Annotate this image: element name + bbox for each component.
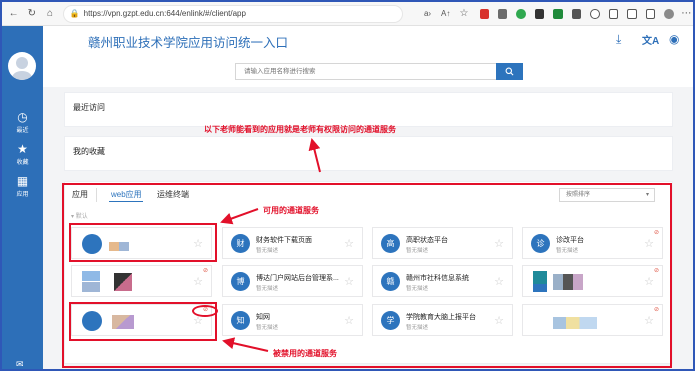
annotation-disabled-text: 被禁用的通道服务 — [273, 349, 337, 358]
screenshot-frame: ← ↻ ⌂ 🔒 https://vpn.gzpt.edu.cn:644/enli… — [0, 0, 695, 371]
annotation-top-text: 以下老师能看到的应用就是老师有权限访问的通道服务 — [204, 125, 396, 134]
arrow-disabled — [222, 337, 269, 352]
arrow-usable — [220, 208, 259, 225]
arrow-top — [308, 138, 321, 173]
annotation-arrows — [220, 138, 321, 352]
annotation-usable-text: 可用的通道服务 — [263, 206, 319, 215]
